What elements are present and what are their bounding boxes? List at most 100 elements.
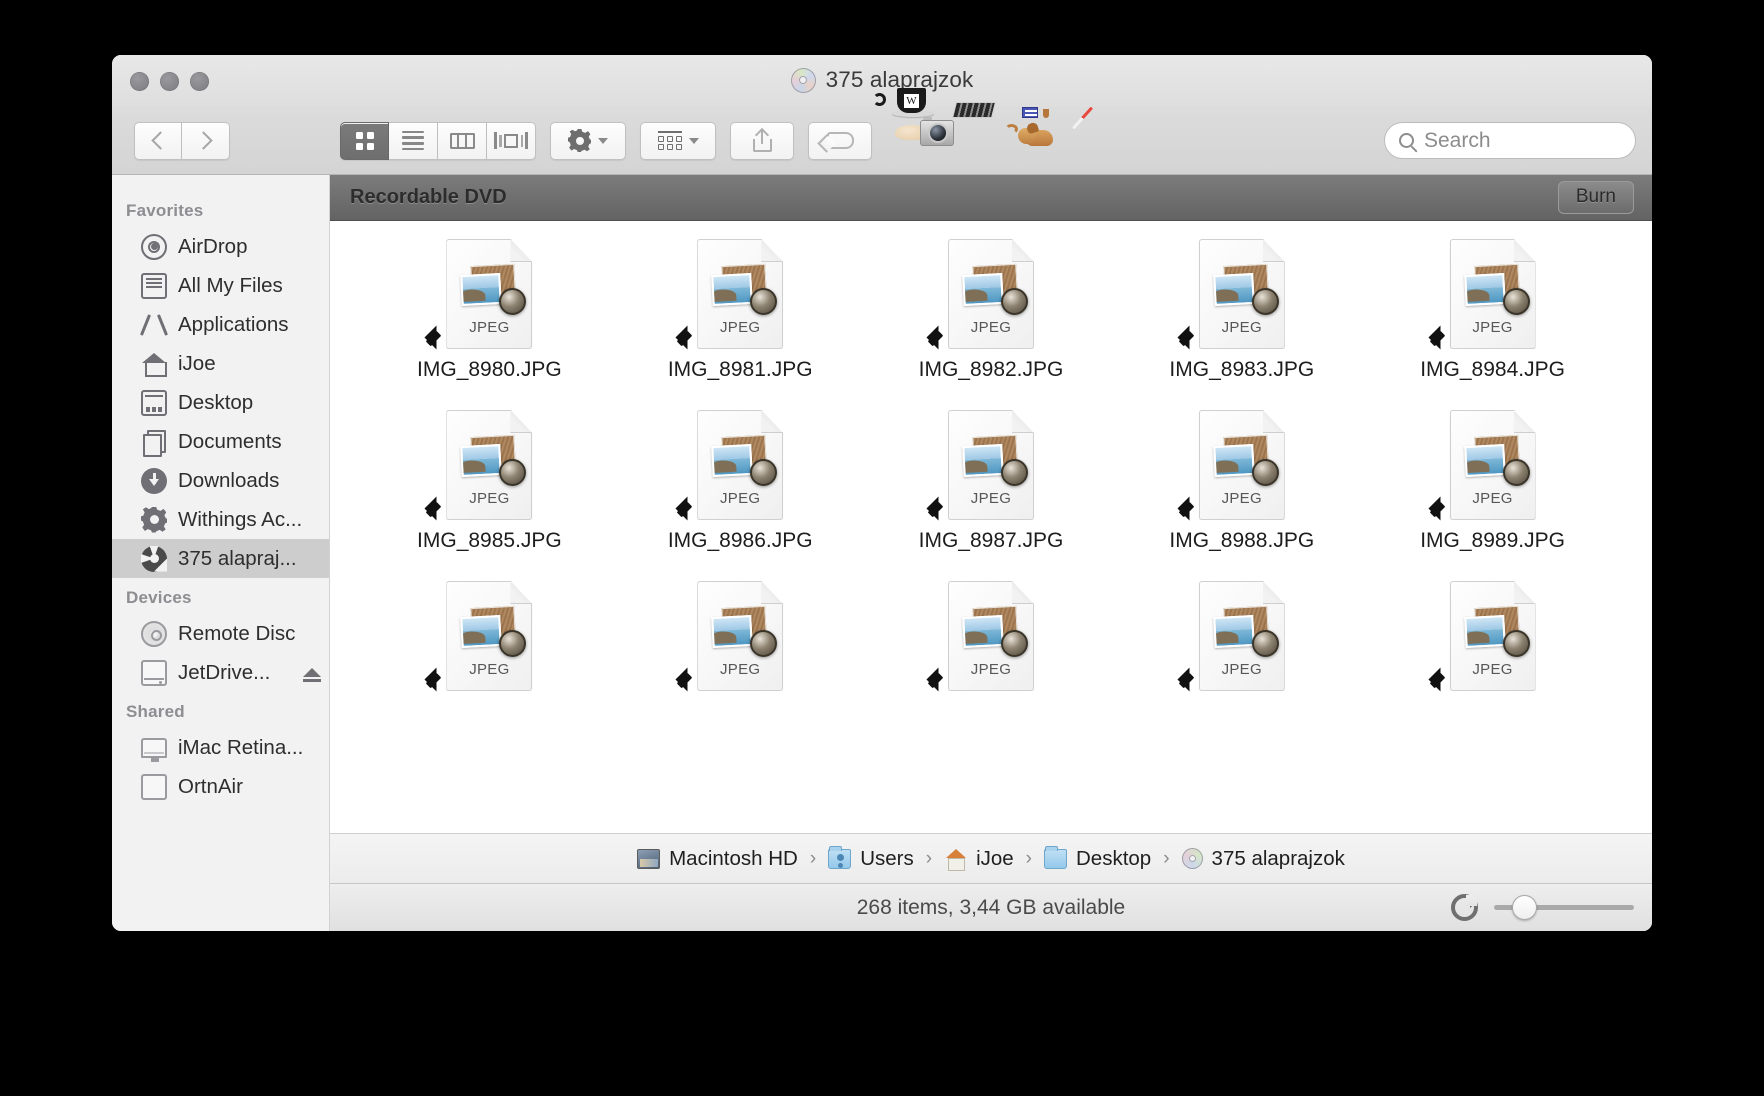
gear-icon (568, 129, 591, 152)
sidebar-item-all-my-files[interactable]: All My Files (112, 266, 329, 305)
sidebar-item-airdrop[interactable]: AirDrop (112, 227, 329, 266)
alias-arrow-icon (675, 665, 705, 695)
file-item[interactable]: JPEG IMG_8980.JPG (364, 239, 615, 410)
breadcrumb-macintosh-hd[interactable]: Macintosh HD (637, 847, 798, 871)
slider-knob[interactable] (1512, 895, 1537, 920)
file-item[interactable]: JPEG (615, 581, 866, 719)
file-type-badge: JPEG (970, 661, 1012, 678)
all-my-files-icon (141, 272, 167, 299)
sidebar-item-ijoe[interactable]: iJoe (112, 344, 329, 383)
sidebar-item-remote-disc[interactable]: Remote Disc (112, 614, 329, 653)
file-item[interactable]: JPEG IMG_8988.JPG (1116, 410, 1367, 581)
sidebar-item-375-alaprajzok[interactable]: 375 alapraj... (112, 539, 329, 578)
sidebar-item-jetdrive[interactable]: JetDrive... (112, 653, 329, 692)
sidebar-item-label: Applications (178, 312, 289, 336)
sidebar-item-withings[interactable]: Withings Ac... (112, 500, 329, 539)
sidebar-item-ortnair[interactable]: OrtnAir (112, 767, 329, 806)
sidebar-item-label: JetDrive... (178, 660, 271, 684)
file-grid[interactable]: JPEG IMG_8980.JPG JPEG IMG_8981.JPG JPEG… (330, 221, 1652, 833)
file-type-badge: JPEG (1472, 319, 1513, 336)
column-view-button[interactable] (438, 121, 487, 160)
file-item[interactable]: JPEG IMG_8981.JPG (615, 239, 866, 410)
sidebar: Favorites AirDrop All My Files Applicati… (112, 175, 330, 931)
list-view-button[interactable] (389, 121, 438, 160)
burn-button[interactable]: Burn (1557, 181, 1634, 214)
arrange-menu-button[interactable] (640, 121, 716, 160)
alias-arrow-icon (675, 494, 705, 524)
search-field[interactable]: Search (1384, 122, 1636, 159)
file-item[interactable]: JPEG IMG_8983.JPG (1116, 239, 1367, 410)
share-button[interactable] (730, 121, 794, 160)
safari-app-icon[interactable] (1082, 118, 1128, 164)
sidebar-item-label: OrtnAir (178, 774, 243, 798)
file-item[interactable]: JPEG IMG_8986.JPG (615, 410, 866, 581)
breadcrumb-ijoe[interactable]: iJoe (944, 847, 1014, 871)
breadcrumb-label: Macintosh HD (669, 846, 798, 870)
alias-arrow-icon (1428, 323, 1458, 353)
status-bar: 268 items, 3,44 GB available (330, 883, 1652, 931)
alias-arrow-icon (675, 323, 705, 353)
file-item[interactable]: JPEG IMG_8984.JPG (1367, 239, 1618, 410)
zoom-controls (1451, 894, 1634, 921)
file-type-badge: JPEG (1472, 661, 1513, 678)
breadcrumb-separator: › (925, 847, 933, 869)
chevron-right-icon (194, 131, 213, 150)
file-item[interactable]: JPEG (1116, 581, 1367, 719)
file-item[interactable]: JPEG IMG_8982.JPG (866, 239, 1117, 410)
file-type-badge: JPEG (719, 490, 761, 507)
edit-tags-button[interactable] (808, 121, 872, 160)
tag-icon (826, 132, 854, 149)
sidebar-item-applications[interactable]: Applications (112, 305, 329, 344)
file-type-badge: JPEG (1221, 319, 1262, 336)
toolbar: W Search (112, 87, 1652, 175)
breadcrumb-desktop[interactable]: Desktop (1044, 846, 1151, 871)
list-icon (402, 130, 424, 151)
sidebar-section-favorites-header: Favorites (126, 201, 204, 220)
breadcrumb-separator: › (1163, 847, 1170, 869)
jpeg-file-icon: JPEG (697, 581, 784, 691)
icon-view-button[interactable] (340, 121, 389, 160)
finder-window: 375 alaprajzok W Search Favorites AirDro… (112, 55, 1652, 931)
chevron-down-icon (688, 137, 699, 144)
breadcrumb-label: 375 alaprajzok (1211, 846, 1345, 870)
file-item[interactable]: JPEG IMG_8987.JPG (866, 410, 1117, 581)
breadcrumb-users[interactable]: Users (828, 846, 914, 871)
file-item[interactable]: JPEG IMG_8989.JPG (1367, 410, 1618, 581)
coverflow-view-button[interactable] (487, 121, 536, 160)
sidebar-item-documents[interactable]: Documents (112, 422, 329, 461)
jpeg-file-icon: JPEG (446, 239, 533, 349)
sidebar-item-downloads[interactable]: Downloads (112, 461, 329, 500)
file-name: IMG_8989.JPG (1420, 529, 1565, 552)
jpeg-file-icon: JPEG (1449, 581, 1536, 691)
file-type-badge: JPEG (970, 490, 1012, 507)
back-button[interactable] (134, 121, 182, 160)
navigation-buttons (134, 121, 230, 160)
burn-bar: Recordable DVD Burn (330, 175, 1652, 221)
breadcrumb-375-alaprajzok[interactable]: 375 alaprajzok (1181, 846, 1345, 871)
sidebar-item-desktop[interactable]: Desktop (112, 383, 329, 422)
airdrop-icon (141, 233, 167, 260)
forward-button[interactable] (182, 121, 230, 160)
icon-size-slider[interactable] (1494, 895, 1634, 920)
file-name: IMG_8982.JPG (918, 358, 1064, 381)
image-capture-app-icon[interactable] (920, 101, 1000, 164)
sidebar-item-imac-retina[interactable]: iMac Retina... (112, 728, 329, 767)
file-item[interactable]: JPEG (1367, 581, 1618, 719)
eject-icon[interactable] (303, 668, 321, 682)
file-name: IMG_8981.JPG (667, 358, 813, 381)
action-menu-button[interactable] (550, 121, 626, 160)
alias-arrow-icon (1428, 665, 1458, 695)
breadcrumb-separator: › (1025, 847, 1032, 869)
file-item[interactable]: JPEG (364, 581, 615, 719)
home-icon (141, 351, 167, 377)
refresh-icon[interactable] (1451, 894, 1478, 921)
graphicconverter-app-icon[interactable] (1005, 106, 1064, 164)
alias-arrow-icon (424, 323, 454, 353)
file-item[interactable]: JPEG (866, 581, 1117, 719)
arrange-icon (657, 131, 682, 150)
jpeg-file-icon: JPEG (1449, 239, 1536, 349)
macbook-air-icon (141, 773, 167, 800)
file-type-badge: JPEG (1221, 661, 1262, 678)
jpeg-file-icon: JPEG (1198, 581, 1285, 691)
file-item[interactable]: JPEG IMG_8985.JPG (364, 410, 615, 581)
